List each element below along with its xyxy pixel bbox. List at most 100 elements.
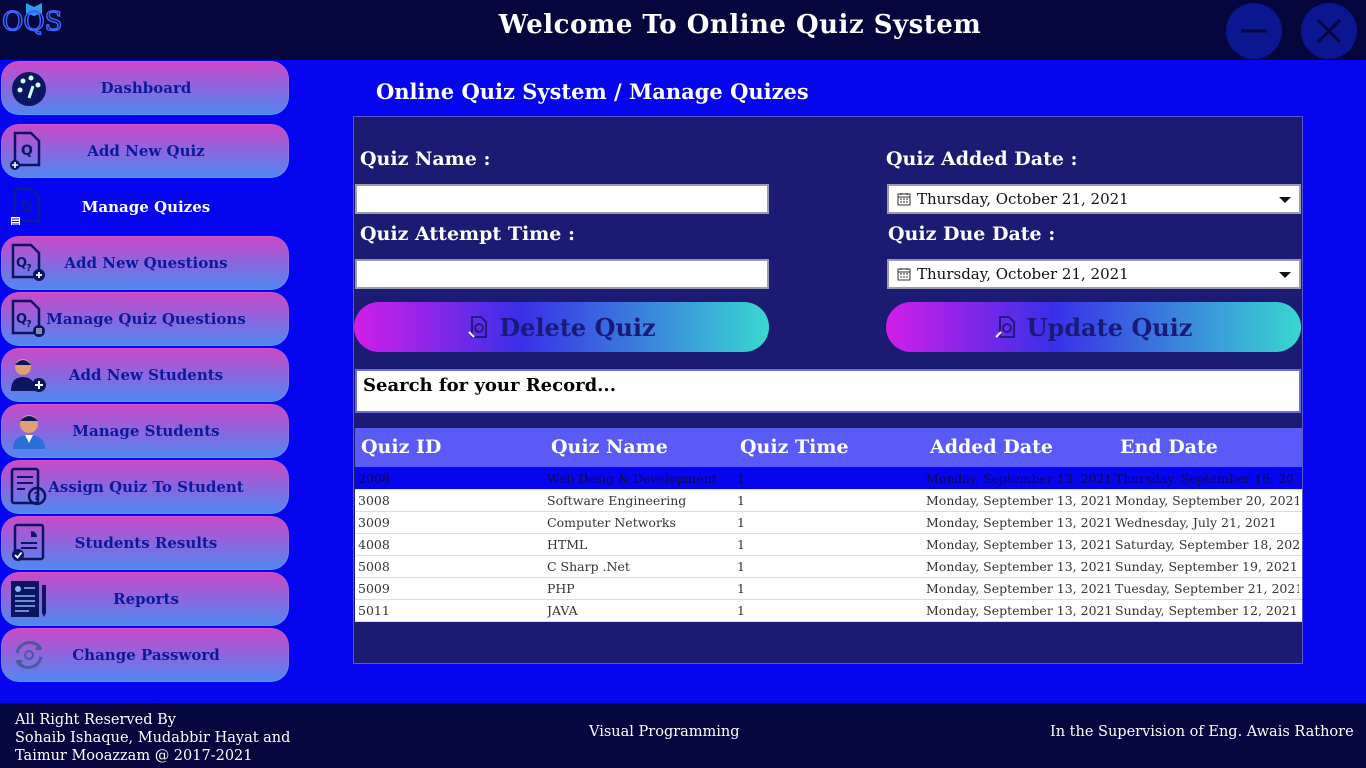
close-icon [1316, 18, 1342, 44]
sidebar-item-change-password[interactable]: Change Password [1, 628, 289, 682]
cell-end-date: Sunday, September 12, 2021 [1115, 603, 1298, 618]
cell-quiz-name: JAVA [547, 603, 578, 618]
cell-end-date: Sunday, September 19, 2021 [1115, 559, 1298, 574]
table-row[interactable]: 3008 Software Engineering 1 Monday, Sept… [355, 490, 1302, 512]
quiz-attempt-time-label: Quiz Attempt Time : [360, 223, 575, 245]
cell-added-date: Monday, September 13, 2021 [926, 471, 1111, 486]
sidebar-item-label: Add New Students [68, 366, 224, 384]
cell-added-date: Monday, September 13, 2021 [926, 537, 1111, 552]
sidebar-item-label: Change Password [72, 646, 220, 664]
footer-credits-line: Taimur Mooazzam @ 2017-2021 [15, 748, 253, 764]
cell-quiz-time: 1 [737, 471, 745, 486]
cell-quiz-time: 1 [737, 515, 745, 530]
cell-added-date: Monday, September 13, 2021 [926, 493, 1111, 508]
quiz-name-label: Quiz Name : [360, 148, 491, 170]
sidebar-item-assign-quiz[interactable]: ? Assign Quiz To Student [1, 460, 289, 514]
sidebar-item-label: Manage Quiz Questions [46, 310, 246, 328]
sidebar-item-label: Assign Quiz To Student [48, 478, 244, 496]
quiz-attempt-time-input[interactable] [355, 259, 769, 289]
cell-end-date: Wednesday, July 21, 2021 [1115, 515, 1277, 530]
delete-quiz-label: Delete Quiz [499, 312, 656, 342]
sidebar-item-label: Students Results [74, 534, 218, 552]
search-input[interactable]: Search for your Record... [355, 369, 1301, 413]
cell-quiz-name: HTML [547, 537, 588, 552]
cell-quiz-time: 1 [737, 559, 745, 574]
footer-credits-line: Sohaib Ishaque, Mudabbir Hayat and [15, 730, 291, 746]
update-quiz-icon [994, 316, 1015, 338]
column-header-added-date[interactable]: Added Date [930, 436, 1053, 458]
footer-credits-line: All Right Reserved By [15, 712, 176, 728]
footer-supervision: In the Supervision of Eng. Awais Rathore [1050, 724, 1354, 740]
quiz-added-date-picker[interactable]: Thursday, October 21, 2021 [887, 184, 1301, 214]
quiz-due-date-picker[interactable]: Thursday, October 21, 2021 [887, 259, 1301, 289]
sidebar-item-manage-quiz-questions[interactable]: Q? Manage Quiz Questions [1, 292, 289, 346]
sidebar-item-add-new-quiz[interactable]: Q Add New Quiz [1, 124, 289, 178]
table-row[interactable]: 3009 Computer Networks 1 Monday, Septemb… [355, 512, 1302, 534]
title-bar: OQS Welcome To Online Quiz System [0, 0, 1366, 60]
close-button[interactable] [1301, 3, 1357, 59]
cell-quiz-name: Software Engineering [547, 493, 687, 508]
sidebar-item-dashboard[interactable]: Dashboard [1, 61, 289, 115]
sidebar-item-add-new-questions[interactable]: Q? Add New Questions [1, 236, 289, 290]
column-header-quiz-name[interactable]: Quiz Name [551, 436, 668, 458]
delete-quiz-icon [468, 316, 488, 338]
table-row[interactable]: 5008 C Sharp .Net 1 Monday, September 13… [355, 556, 1302, 578]
cell-quiz-id: 5008 [358, 559, 390, 574]
cell-quiz-id: 3009 [358, 515, 390, 530]
cell-end-date: Saturday, September 18, 2021 [1115, 537, 1299, 552]
app-title: Welcome To Online Quiz System [498, 10, 982, 40]
minimize-button[interactable] [1226, 3, 1282, 59]
sidebar-item-label: Manage Students [72, 422, 220, 440]
update-quiz-button[interactable]: Update Quiz [886, 302, 1301, 352]
minimize-icon [1241, 29, 1267, 33]
column-header-quiz-id[interactable]: Quiz ID [361, 436, 441, 458]
sidebar: Dashboard Q Add New Quiz Q Manage Quizes… [0, 60, 292, 702]
cell-quiz-time: 1 [737, 603, 745, 618]
dropdown-arrow-icon[interactable] [1279, 197, 1291, 203]
cell-quiz-name: C Sharp .Net [547, 559, 630, 574]
cell-end-date: Tuesday, September 21, 2021 [1115, 581, 1299, 596]
column-header-quiz-time[interactable]: Quiz Time [740, 436, 849, 458]
quiz-due-date-value: Thursday, October 21, 2021 [917, 265, 1129, 283]
column-header-end-date[interactable]: End Date [1120, 436, 1218, 458]
cell-quiz-id: 3008 [358, 493, 390, 508]
sidebar-item-manage-students[interactable]: Manage Students [1, 404, 289, 458]
footer-course: Visual Programming [589, 724, 740, 740]
sidebar-item-label: Reports [113, 590, 179, 608]
dropdown-arrow-icon[interactable] [1279, 272, 1291, 278]
cell-quiz-id: 2008 [358, 471, 390, 486]
cell-end-date: Thursday, September 16, 20 [1115, 471, 1294, 486]
footer: All Right Reserved By Sohaib Ishaque, Mu… [0, 703, 1366, 768]
breadcrumb: Online Quiz System / Manage Quizes [376, 79, 809, 104]
calendar-icon [897, 268, 911, 281]
cell-quiz-time: 1 [737, 581, 745, 596]
sidebar-item-label: Manage Quizes [81, 198, 211, 216]
sidebar-item-label: Add New Questions [64, 254, 228, 272]
footer-credits: All Right Reserved By Sohaib Ishaque, Mu… [15, 711, 290, 765]
sidebar-item-label: Add New Quiz [87, 142, 205, 160]
table-row[interactable]: 2008 Web Desig & Development 1 Monday, S… [355, 468, 1302, 490]
cell-added-date: Monday, September 13, 2021 [926, 515, 1111, 530]
quiz-table: 2008 Web Desig & Development 1 Monday, S… [355, 468, 1302, 622]
table-header: Quiz ID Quiz Name Quiz Time Added Date E… [355, 428, 1302, 467]
table-row[interactable]: 5009 PHP 1 Monday, September 13, 2021 Tu… [355, 578, 1302, 600]
quiz-due-date-label: Quiz Due Date : [888, 223, 1056, 245]
update-quiz-label: Update Quiz [1026, 312, 1193, 342]
cell-quiz-time: 1 [737, 493, 745, 508]
cell-added-date: Monday, September 13, 2021 [926, 603, 1111, 618]
quiz-added-date-label: Quiz Added Date : [886, 148, 1078, 170]
table-row[interactable]: 4008 HTML 1 Monday, September 13, 2021 S… [355, 534, 1302, 556]
sidebar-item-add-new-students[interactable]: Add New Students [1, 348, 289, 402]
cell-quiz-name: Computer Networks [547, 515, 676, 530]
cell-added-date: Monday, September 13, 2021 [926, 559, 1111, 574]
quiz-name-input[interactable] [355, 184, 769, 214]
sidebar-item-students-results[interactable]: Students Results [1, 516, 289, 570]
cell-added-date: Monday, September 13, 2021 [926, 581, 1111, 596]
table-row[interactable]: 5011 JAVA 1 Monday, September 13, 2021 S… [355, 600, 1302, 622]
sidebar-item-manage-quizes[interactable]: Q Manage Quizes [1, 180, 289, 234]
sidebar-item-reports[interactable]: Reports [1, 572, 289, 626]
calendar-icon [897, 193, 911, 206]
cell-quiz-name: PHP [547, 581, 575, 596]
delete-quiz-button[interactable]: Delete Quiz [354, 302, 769, 352]
cell-quiz-time: 1 [737, 537, 745, 552]
